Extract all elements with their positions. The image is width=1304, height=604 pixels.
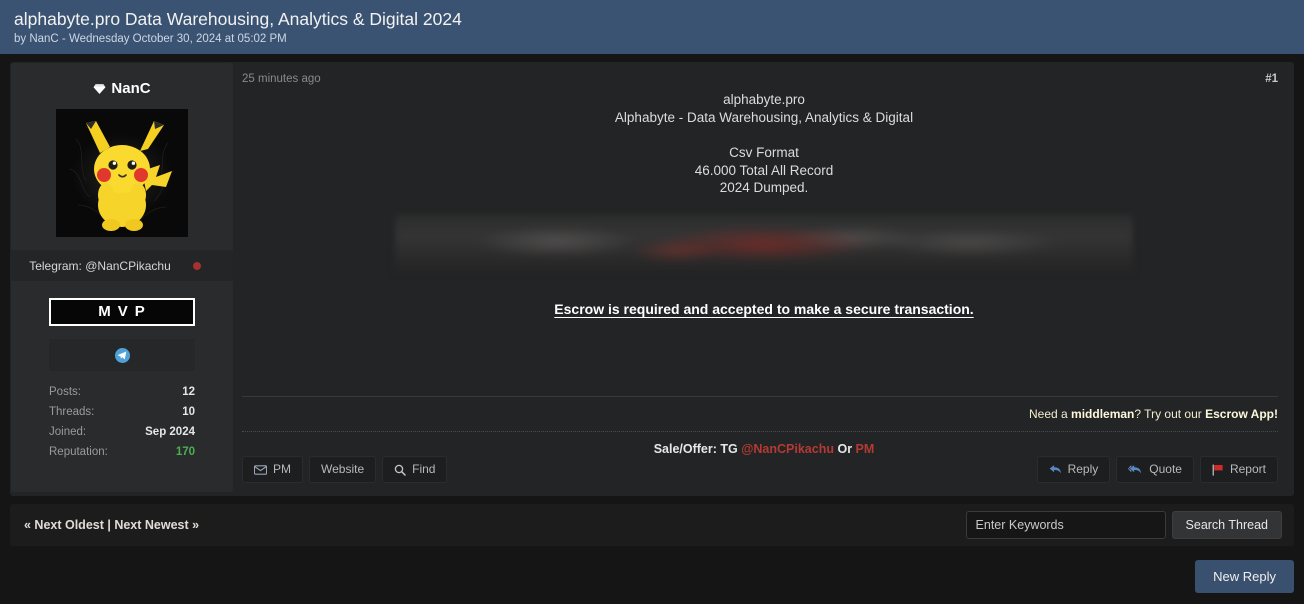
quote-arrows-icon [1128,464,1143,475]
post-timestamp: 25 minutes ago [242,73,321,85]
middleman-promo[interactable]: Need a middleman? Try out our Escrow App… [234,397,1294,421]
thread-nav-links[interactable]: « Next Oldest | Next Newest » [24,518,199,532]
reply-arrow-icon [1049,464,1062,475]
redacted-image [395,214,1133,273]
search-thread-button[interactable]: Search Thread [1171,511,1282,539]
envelope-icon [254,464,267,475]
reply-button-label: Reply [1067,462,1099,476]
telegram-contact-button[interactable] [49,339,195,371]
sale-offer-signature: Sale/Offer: TG @NanCPikachu Or PM [234,432,1294,456]
post-message: alphabyte.pro Alphabyte - Data Warehousi… [234,85,1294,363]
pm-button[interactable]: PM [242,456,303,483]
reply-button[interactable]: Reply [1036,456,1111,483]
sale-offer-separator: Or [834,442,856,456]
rank-badge: MVP [49,298,195,326]
report-button[interactable]: Report [1199,456,1278,483]
quote-button[interactable]: Quote [1116,456,1194,483]
post-action-bar: PM Website Find Reply Quote Report [234,456,1294,496]
stat-row-reputation: Reputation: 170 [49,442,195,462]
rank-badge-wrapper: MVP [49,298,195,326]
post-meta: 25 minutes ago #1 [234,62,1294,85]
telegram-link[interactable]: @NanCPikachu [741,442,834,456]
footer-bar: New Reply [10,560,1294,593]
find-button-label: Find [412,462,436,476]
find-button[interactable]: Find [382,456,448,483]
stat-label: Reputation: [49,445,108,458]
author-username-text: NanC [111,80,151,97]
report-button-label: Report [1229,462,1266,476]
search-input[interactable] [965,511,1166,539]
gem-icon [93,83,106,95]
post-line-site: alphabyte.pro [723,92,805,107]
post-body: 25 minutes ago #1 alphabyte.pro Alphabyt… [234,62,1294,496]
thread-header: alphabyte.pro Data Warehousing, Analytic… [0,0,1304,54]
reputation-value[interactable]: 170 [176,446,195,459]
post-line-format: Csv Format [729,145,799,160]
middleman-keyword: middleman [1071,407,1135,421]
telegram-handle-text: Telegram: @NanCPikachu [29,258,171,273]
thread-search-group: Search Thread [965,511,1282,539]
author-username[interactable]: NanC [93,63,151,109]
website-button-label: Website [321,462,365,476]
quote-button-label: Quote [1149,462,1182,476]
stat-row-threads: Threads: 10 [49,402,195,422]
pm-button-label: PM [273,462,291,476]
post-number[interactable]: #1 [1265,73,1278,85]
stat-value: 10 [182,405,195,418]
telegram-icon [114,347,130,363]
post-line-records: 46.000 Total All Record [694,162,834,178]
escrow-app-link[interactable]: Escrow App! [1205,407,1278,421]
stat-label: Posts: [49,385,81,398]
post-actions-right: Reply Quote Report [1036,456,1278,483]
pm-link[interactable]: PM [856,442,875,456]
avatar[interactable] [56,109,188,237]
magnifier-icon [394,464,406,476]
author-stats: Posts: 12 Threads: 10 Joined: Sep 2024 R… [49,382,195,462]
flag-icon [1212,464,1224,476]
website-button[interactable]: Website [309,456,377,483]
thread-navigation-bar: « Next Oldest | Next Newest » Search Thr… [10,504,1294,546]
pikachu-avatar-image [69,121,175,231]
escrow-notice: Escrow is required and accepted to make … [554,300,974,317]
stat-row-joined: Joined: Sep 2024 [49,422,195,442]
post-line-year: 2024 Dumped. [719,180,809,195]
stat-row-posts: Posts: 12 [49,382,195,402]
online-status-dot [192,261,201,270]
new-reply-button[interactable]: New Reply [1195,560,1294,593]
thread-byline: by NanC - Wednesday October 30, 2024 at … [14,33,287,45]
post-actions-left: PM Website Find [242,456,448,483]
post-line-subtitle: Alphabyte - Data Warehousing, Analytics … [614,109,914,125]
middleman-prefix: Need a [1029,407,1072,421]
page-title: alphabyte.pro Data Warehousing, Analytic… [14,9,462,29]
stat-label: Threads: [49,405,95,418]
telegram-handle-row: Telegram: @NanCPikachu [11,250,233,281]
sale-offer-prefix: Sale/Offer: TG [653,442,742,456]
post-container: NanC Telegram: @NanCPikachu MVP Posts: 1… [10,62,1294,496]
stat-value: 12 [182,385,195,398]
author-sidebar: NanC Telegram: @NanCPikachu MVP Posts: 1… [11,63,233,492]
stat-label: Joined: [49,425,87,438]
stat-value: Sep 2024 [145,425,195,438]
middleman-middle: ? Try out our [1134,407,1206,421]
